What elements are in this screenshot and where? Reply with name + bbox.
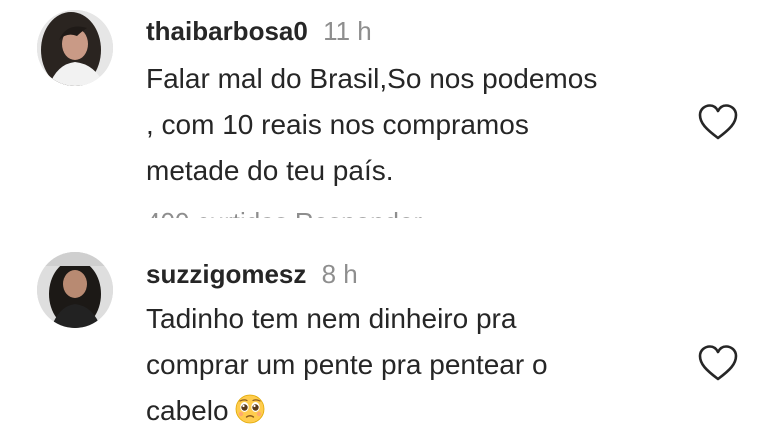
avatar[interactable] xyxy=(37,10,113,86)
comment-text: Tadinho tem nem dinheiro pra comprar um … xyxy=(146,296,548,434)
comment-header: suzzigomesz 8 h xyxy=(146,257,358,291)
comment-timestamp[interactable]: 11 h xyxy=(323,16,372,46)
reply-footer: 400 curtidas Responder xyxy=(146,207,422,218)
comment-line: cabelo xyxy=(146,388,548,434)
heart-outline-icon[interactable] xyxy=(697,103,739,141)
comment: thaibarbosa0 11 h Falar mal do Brasil,So… xyxy=(0,0,774,218)
comment-line: Falar mal do Brasil,So nos podemos xyxy=(146,63,598,94)
comment-line: Tadinho tem nem dinheiro pra xyxy=(146,303,517,334)
comment-line: , com 10 reais nos compramos xyxy=(146,109,529,140)
reply-footer-text: 400 curtidas Responder xyxy=(146,207,422,218)
comment-line: comprar um pente pra pentear o xyxy=(146,349,548,380)
comment-header: thaibarbosa0 11 h xyxy=(146,14,372,48)
username[interactable]: thaibarbosa0 xyxy=(146,16,308,46)
comment-text: Falar mal do Brasil,So nos podemos , com… xyxy=(146,56,597,194)
comment-line-text: cabelo xyxy=(146,395,229,426)
comment-line: metade do teu país. xyxy=(146,155,394,186)
comment-timestamp[interactable]: 8 h xyxy=(322,259,358,289)
pleading-face-emoji xyxy=(235,394,265,424)
avatar[interactable] xyxy=(37,252,113,328)
comment: suzzigomesz 8 h Tadinho tem nem dinheiro… xyxy=(0,240,774,436)
username[interactable]: suzzigomesz xyxy=(146,259,306,289)
heart-outline-icon[interactable] xyxy=(697,344,739,382)
